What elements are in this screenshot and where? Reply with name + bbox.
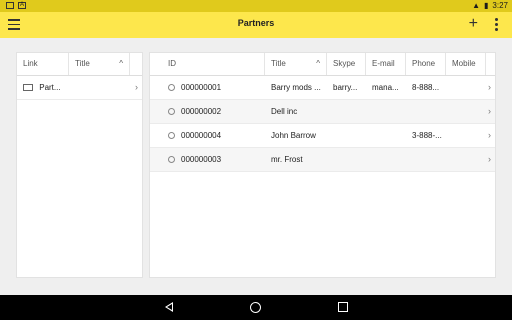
column-header-mobile[interactable]: Mobile [446,53,486,75]
app-bar: Partners + [0,12,512,38]
recent-apps-icon[interactable] [338,302,348,312]
left-table-header: Link Title ^ [17,53,142,76]
row-title: Dell inc [271,107,298,116]
row-title: Barry mods ... [271,83,321,92]
chevron-right-icon: › [488,130,491,140]
row-email [366,148,406,171]
folder-icon [23,84,33,92]
row-select-radio[interactable] [168,108,175,116]
row-select-radio[interactable] [168,132,175,140]
left-list-panel: Link Title ^ Part... › [16,52,143,278]
row-id: 000000003 [181,155,222,164]
partners-table-header: ID Title ^ Skype E-mail Phone Mobile [150,53,495,76]
row-skype: barry... [333,83,358,92]
row-title: John Barrow [271,131,316,140]
chevron-right-icon: › [488,106,491,116]
column-header-title[interactable]: Title ^ [265,53,327,75]
table-row[interactable]: 000000001 Barry mods ... barry... mana..… [150,76,495,100]
app-notification-icon: A [18,2,26,9]
add-icon[interactable]: + [469,16,478,32]
row-mobile [446,124,486,147]
row-skype [327,100,366,123]
row-skype [327,124,366,147]
row-mobile [446,100,486,123]
row-id: 000000004 [181,131,222,140]
row-link: Part... [39,83,61,92]
row-phone [406,148,446,171]
status-bar: A ▲ ▮ 3:27 [0,0,512,12]
table-row[interactable]: Part... › [17,76,142,100]
row-skype [327,148,366,171]
column-header-id[interactable]: ID [150,53,265,75]
chevron-right-icon: › [488,82,491,92]
table-row[interactable]: 000000004 John Barrow 3-888-... › [150,124,495,148]
table-row[interactable]: 000000003 mr. Frost › [150,148,495,172]
column-header-title[interactable]: Title ^ [69,53,130,75]
battery-icon: ▮ [484,1,489,10]
home-icon[interactable] [250,302,261,313]
clock: 3:27 [492,1,508,10]
row-email: mana... [372,83,399,92]
chevron-right-icon: › [488,154,491,164]
notification-icon [6,2,14,9]
row-mobile [446,76,486,99]
sort-asc-icon: ^ [316,59,320,68]
row-email [366,124,406,147]
row-phone [406,100,446,123]
row-title: mr. Frost [271,155,303,164]
row-phone: 3-888-... [412,131,442,140]
row-mobile [446,148,486,171]
column-header-link[interactable]: Link [17,53,69,75]
row-id: 000000001 [181,83,222,92]
column-header-skype[interactable]: Skype [327,53,366,75]
row-select-radio[interactable] [168,156,175,164]
sort-asc-icon: ^ [119,59,123,68]
row-email [366,100,406,123]
back-icon[interactable] [165,302,173,312]
column-header-phone[interactable]: Phone [406,53,446,75]
table-row[interactable]: 000000002 Dell inc › [150,100,495,124]
partners-table-panel: ID Title ^ Skype E-mail Phone Mobile 000… [149,52,496,278]
row-id: 000000002 [181,107,222,116]
column-header-email[interactable]: E-mail [366,53,406,75]
page-title: Partners [237,18,275,28]
system-nav-bar [0,295,512,320]
more-options-icon[interactable] [494,17,498,31]
chevron-right-icon: › [135,82,138,92]
column-header-title-label: Title [75,59,90,68]
row-select-radio[interactable] [168,84,175,92]
column-header-title-label: Title [271,59,286,68]
row-phone: 8-888... [412,83,440,92]
signal-icon: ▲ [472,1,481,10]
